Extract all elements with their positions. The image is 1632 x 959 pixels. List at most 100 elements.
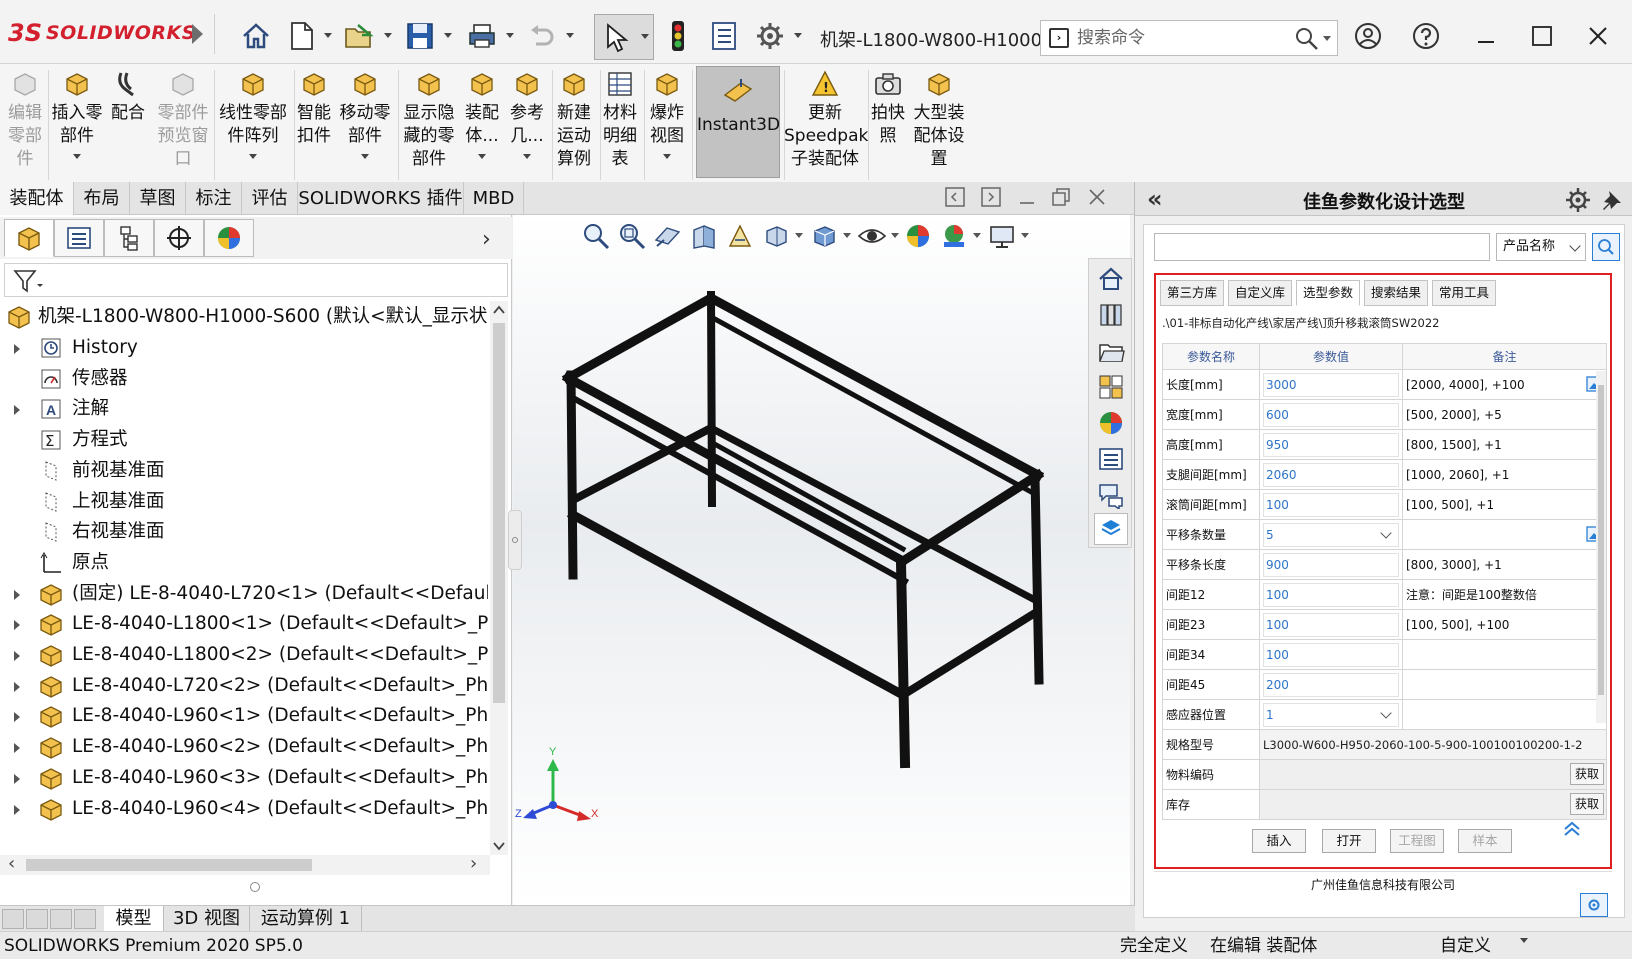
minimize-icon[interactable] — [1466, 16, 1506, 56]
new-document-icon[interactable] — [286, 20, 318, 52]
product-search-input[interactable] — [1154, 233, 1490, 261]
solidworks-logo[interactable]: 3S SOLIDWORKS — [8, 18, 196, 48]
pane-settings-gear-icon[interactable] — [1565, 187, 1591, 213]
viewport-minimize-icon[interactable] — [1016, 186, 1038, 212]
home-icon[interactable] — [240, 20, 272, 52]
plugin-tab-4[interactable]: 常用工具 — [1432, 280, 1496, 306]
param-value-input[interactable]: 100 — [1263, 612, 1399, 637]
select-tool-button[interactable] — [594, 14, 654, 60]
tree-node[interactable]: 前视基准面 — [0, 455, 488, 487]
expand-arrow-icon[interactable] — [14, 773, 20, 784]
save-icon[interactable] — [404, 20, 436, 52]
dropdown-caret-icon[interactable] — [73, 154, 81, 159]
param-value-input[interactable]: 2060 — [1263, 462, 1399, 487]
product-search-field-select[interactable]: 产品名称 — [1496, 233, 1586, 261]
next-tab-icon[interactable] — [50, 909, 72, 929]
search-icon[interactable] — [1295, 27, 1319, 51]
expand-arrow-icon[interactable] — [14, 405, 20, 416]
menu-expand-arrow-icon[interactable] — [192, 24, 203, 44]
ribbon-button-0[interactable]: 编辑 零部 件 — [2, 68, 48, 171]
bottom-tab-0[interactable]: 模型 — [104, 906, 164, 932]
ribbon-button-14[interactable]: 拍快 照 — [868, 68, 908, 148]
parameters-scrollbar[interactable] — [1596, 371, 1606, 723]
open-dropdown-caret-icon[interactable] — [384, 33, 392, 38]
options-gear-icon[interactable] — [754, 20, 786, 52]
property-manager-tab-icon[interactable] — [54, 219, 104, 257]
expand-arrow-icon[interactable] — [14, 712, 20, 723]
action-button-2[interactable]: 工程图 — [1390, 829, 1444, 853]
display-manager-tab-icon[interactable] — [204, 219, 254, 257]
search-commands-box[interactable]: › — [1040, 20, 1338, 56]
ribbon-button-8[interactable]: 装配 体... — [462, 68, 502, 159]
cm-tab-3[interactable]: 标注 — [186, 182, 242, 215]
file-properties-icon[interactable] — [708, 20, 740, 52]
dropdown-caret-icon[interactable] — [663, 154, 671, 159]
close-icon[interactable] — [1578, 16, 1618, 56]
cm-tab-1[interactable]: 布局 — [74, 182, 130, 215]
filter-icon[interactable] — [13, 269, 43, 293]
action-button-1[interactable]: 打开 — [1322, 829, 1376, 853]
custom-properties-icon[interactable] — [1094, 443, 1128, 475]
action-button-0[interactable]: 插入 — [1252, 829, 1306, 853]
param-value-select[interactable]: 5 — [1263, 522, 1399, 547]
dropdown-caret-icon[interactable] — [249, 154, 257, 159]
tree-node[interactable]: Σ 方程式 — [0, 424, 488, 456]
bottom-tab-2[interactable]: 运动算例 1 — [250, 906, 362, 932]
tree-node[interactable]: LE-8-4040-L1800<1> (Default<<Default>_Ph… — [0, 608, 488, 640]
dropdown-caret-icon[interactable] — [361, 154, 369, 159]
panel-splitter-handle[interactable] — [508, 510, 522, 570]
new-dropdown-caret-icon[interactable] — [324, 33, 332, 38]
ribbon-button-10[interactable]: 新建 运动 算例 — [552, 68, 596, 171]
search-dropdown-caret-icon[interactable] — [1323, 36, 1331, 41]
design-library-icon[interactable] — [1094, 299, 1128, 331]
tree-node[interactable]: 右视基准面 — [0, 516, 488, 548]
ribbon-button-13[interactable]: ! 更新 Speedpak 子装配体 — [784, 68, 868, 171]
ribbon-button-11[interactable]: 材料 明细 表 — [600, 68, 640, 171]
tree-node[interactable]: LE-8-4040-L960<2> (Default<<Default>_Pho… — [0, 731, 488, 763]
panel-resize-handle[interactable] — [250, 882, 260, 892]
feature-tree-tab-icon[interactable] — [4, 219, 54, 257]
ribbon-button-12[interactable]: 爆炸 视图 — [644, 68, 690, 159]
feature-tree-vertical-scrollbar[interactable] — [490, 301, 508, 855]
plugin-tab-0[interactable]: 第三方库 — [1160, 280, 1224, 306]
tree-node[interactable]: 上视基准面 — [0, 486, 488, 518]
cm-tab-0[interactable]: 装配体 — [0, 182, 74, 215]
scrollbar-thumb[interactable] — [1598, 385, 1604, 695]
dropdown-caret-icon[interactable] — [523, 154, 531, 159]
ribbon-button-4[interactable]: 线性零部 件阵列 — [214, 68, 292, 159]
file-explorer-icon[interactable] — [1094, 335, 1128, 367]
forum-chat-icon[interactable] — [1094, 479, 1128, 511]
ribbon-button-6[interactable]: 移动零 部件 — [334, 68, 396, 159]
collapse-up-chevron-icon[interactable] — [1562, 821, 1582, 837]
undo-icon[interactable] — [526, 20, 558, 52]
product-search-button[interactable] — [1592, 233, 1620, 261]
ribbon-button-9[interactable]: 参考 几... — [506, 68, 548, 159]
ribbon-button-2[interactable]: 配合 — [108, 68, 148, 125]
cm-tab-5[interactable]: SOLIDWORKS 插件 — [298, 182, 464, 215]
ribbon-button-5[interactable]: 智能 扣件 — [294, 68, 334, 148]
tree-root-assembly[interactable]: 机架-L1800-W800-H1000-S600 (默认<默认_显示状态 — [0, 301, 488, 333]
select-dropdown-caret-icon[interactable] — [641, 34, 649, 39]
param-value-input[interactable]: 950 — [1263, 432, 1399, 457]
scroll-left-arrow-icon[interactable]: ‹ — [8, 853, 15, 874]
param-value-input[interactable]: 3000 — [1263, 372, 1399, 397]
frame-3d-model[interactable]: Y X Z — [513, 215, 1130, 905]
print-dropdown-caret-icon[interactable] — [506, 33, 514, 38]
help-icon[interactable] — [1406, 16, 1446, 56]
cm-tab-4[interactable]: 评估 — [242, 182, 298, 215]
pin-pane-icon[interactable] — [1601, 189, 1623, 211]
graphics-area[interactable]: Y X Z — [513, 215, 1130, 905]
cm-tab-6[interactable]: MBD — [464, 182, 524, 215]
configuration-manager-tab-icon[interactable] — [104, 219, 154, 257]
plugin-settings-button[interactable] — [1580, 893, 1608, 917]
last-tab-icon[interactable] — [74, 909, 96, 929]
save-dropdown-caret-icon[interactable] — [444, 33, 452, 38]
tree-node[interactable]: LE-8-4040-L960<1> (Default<<Default>_Pho… — [0, 700, 488, 732]
action-button-3[interactable]: 样本 — [1458, 829, 1512, 853]
expand-arrow-icon[interactable] — [14, 344, 20, 354]
feature-tree-horizontal-scrollbar[interactable]: ‹ › — [0, 853, 490, 875]
rebuild-traffic-light-icon[interactable] — [662, 20, 694, 52]
cm-tab-2[interactable]: 草图 — [130, 182, 186, 215]
expand-arrow-icon[interactable] — [14, 804, 20, 815]
open-folder-icon[interactable] — [344, 20, 376, 52]
